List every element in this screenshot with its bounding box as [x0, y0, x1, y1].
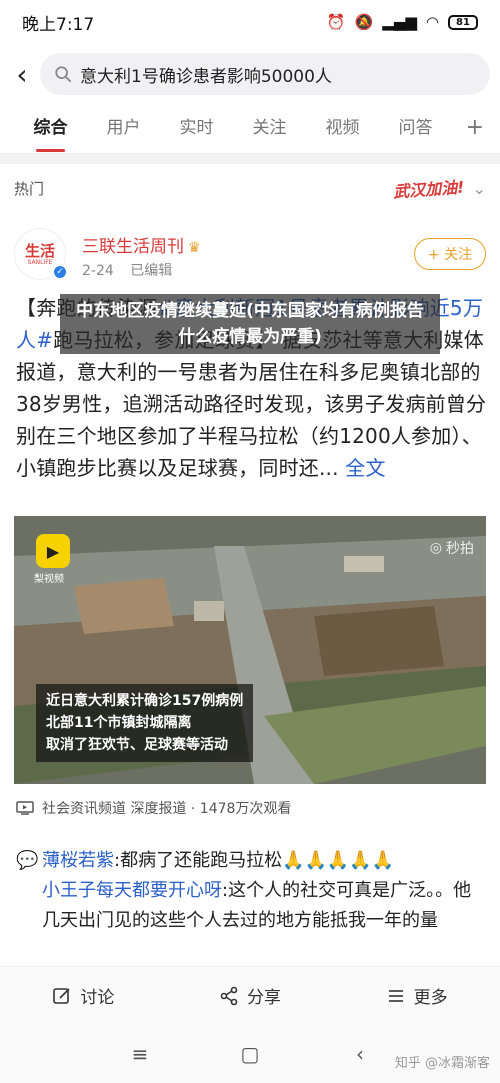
status-time: 晚上7:17	[22, 14, 95, 35]
comment-button-label: 讨论	[80, 988, 115, 1008]
tab-video[interactable]: 视频	[306, 102, 379, 154]
chevron-down-icon[interactable]: ⌄	[473, 179, 486, 198]
video-title-overlay: 中东地区疫情继续蔓延(中东国家均有病例报告什么疫情最为严重)	[60, 294, 440, 354]
post-header: 生活 SANLIFE ✓ 三联生活周刊 ♛ 2-24 已编辑 + 关注	[14, 224, 486, 284]
signal-icon: ▂▄▆	[382, 13, 417, 31]
video-player[interactable]: ▶ 梨视频 ◎ 秒拍 近日意大利累计确诊157例病例 北部11个市镇封城隔离 取消…	[14, 516, 486, 784]
comments-section: 💬 薄桜若紫:都病了还能跑马拉松🙏🙏🙏🙏🙏 小王子每天都要开心呀:这个人的社交可真…	[0, 844, 500, 964]
verified-icon: ✓	[52, 264, 68, 280]
full-text-link[interactable]: 全文	[345, 456, 385, 480]
hot-right: 武汉加油! ⌄	[392, 176, 486, 202]
follow-button[interactable]: + 关注	[414, 238, 486, 270]
hot-header: 热门 武汉加油! ⌄	[0, 164, 500, 212]
search-input[interactable]: 意大利1号确诊患者影响50000人	[40, 53, 490, 95]
play-circle-icon: ◎	[429, 540, 442, 556]
post-meta: 2-24 已编辑	[82, 260, 172, 280]
add-tab-icon[interactable]: +	[466, 102, 484, 154]
author-name[interactable]: 三联生活周刊 ♛	[82, 232, 201, 257]
zhihu-watermark: 知乎 @冰霜渐客	[394, 1056, 490, 1071]
section-gap	[0, 154, 500, 164]
pear-video-logo: ▶	[36, 534, 70, 568]
caption-line: 北部11个市镇封城隔离	[46, 715, 192, 731]
comment-item[interactable]: 小王子每天都要开心呀:这个人的社交可真是广泛。。他几天出门见的这些个人去过的地方…	[16, 876, 484, 936]
video-caption: 近日意大利累计确诊157例病例 北部11个市镇封城隔离 取消了狂欢节、足球赛等活…	[36, 684, 254, 762]
video-watermark: ◎ 秒拍	[430, 538, 474, 558]
avatar-text: 生活	[24, 241, 55, 260]
comment-item[interactable]: 💬 薄桜若紫:都病了还能跑马拉松🙏🙏🙏🙏🙏	[16, 846, 484, 876]
system-nav-bar: ≡ ▢ ‹ 知乎 @冰霜渐客	[0, 1024, 500, 1083]
tab-users[interactable]: 用户	[87, 102, 160, 154]
mute-icon: 🔕	[354, 13, 374, 31]
share-button-label: 分享	[247, 988, 281, 1008]
status-icons: ⏰ 🔕 ▂▄▆ ◠ 81	[327, 13, 478, 31]
alarm-icon: ⏰	[326, 13, 346, 31]
comment-icon: 💬	[16, 850, 39, 871]
menu-icon	[388, 989, 403, 1002]
video-watermark-text: 秒拍	[446, 541, 474, 557]
hot-label: 热门	[14, 179, 45, 198]
home-nav-icon[interactable]: ▢	[235, 1042, 265, 1066]
tab-qa[interactable]: 问答	[379, 102, 452, 154]
tab-all[interactable]: 综合	[14, 102, 87, 154]
share-icon	[220, 986, 238, 1005]
tv-icon	[16, 801, 34, 815]
video-info-text: 社会资讯频道 深度报道 · 1478万次观看	[42, 801, 292, 817]
comment-button[interactable]: 讨论	[0, 983, 167, 1008]
comment-author[interactable]: 薄桜若紫	[42, 850, 114, 871]
chevron-left-icon: ‹	[16, 57, 28, 91]
battery-icon: 81	[448, 14, 478, 30]
post-date: 2-24	[82, 263, 114, 279]
tab-following[interactable]: 关注	[233, 102, 306, 154]
back-button[interactable]: ‹	[8, 54, 36, 94]
wifi-icon: ◠	[425, 13, 439, 31]
crown-icon: ♛	[188, 240, 201, 256]
comment-author[interactable]: 小王子每天都要开心呀	[42, 880, 222, 901]
search-icon	[55, 66, 72, 83]
share-button[interactable]: 分享	[167, 983, 334, 1008]
more-button[interactable]: 更多	[333, 983, 500, 1008]
status-bar: 晚上7:17 ⏰ 🔕 ▂▄▆ ◠ 81	[0, 0, 500, 44]
weibo-search-page: 晚上7:17 ⏰ 🔕 ▂▄▆ ◠ 81 ‹ 意大利1号确诊患者影响50000人 …	[0, 0, 500, 1083]
action-bar: 讨论 分享 更多	[0, 966, 500, 1024]
search-query: 意大利1号确诊患者影响50000人	[80, 66, 332, 87]
post-edited: 已编辑	[130, 263, 173, 279]
tab-realtime[interactable]: 实时	[160, 102, 233, 154]
avatar-sub: SANLIFE	[27, 258, 53, 266]
comment-text: :都病了还能跑马拉松🙏🙏🙏🙏🙏	[114, 850, 395, 871]
video-logo-label: 梨视频	[34, 574, 64, 585]
author-name-text: 三联生活周刊	[82, 237, 184, 257]
edit-icon	[53, 987, 70, 1004]
caption-line: 近日意大利累计确诊157例病例	[46, 693, 244, 709]
more-button-label: 更多	[413, 988, 448, 1008]
video-info[interactable]: 社会资讯频道 深度报道 · 1478万次观看	[16, 798, 291, 818]
caption-line: 取消了狂欢节、足球赛等活动	[46, 737, 228, 753]
back-nav-icon[interactable]: ‹	[345, 1042, 375, 1066]
search-tabs: 综合 用户 实时 关注 视频 问答 +	[0, 102, 500, 154]
menu-nav-icon[interactable]: ≡	[125, 1042, 155, 1066]
wuhan-slogan: 武汉加油!	[392, 177, 466, 202]
search-row: ‹ 意大利1号确诊患者影响50000人	[0, 46, 500, 102]
